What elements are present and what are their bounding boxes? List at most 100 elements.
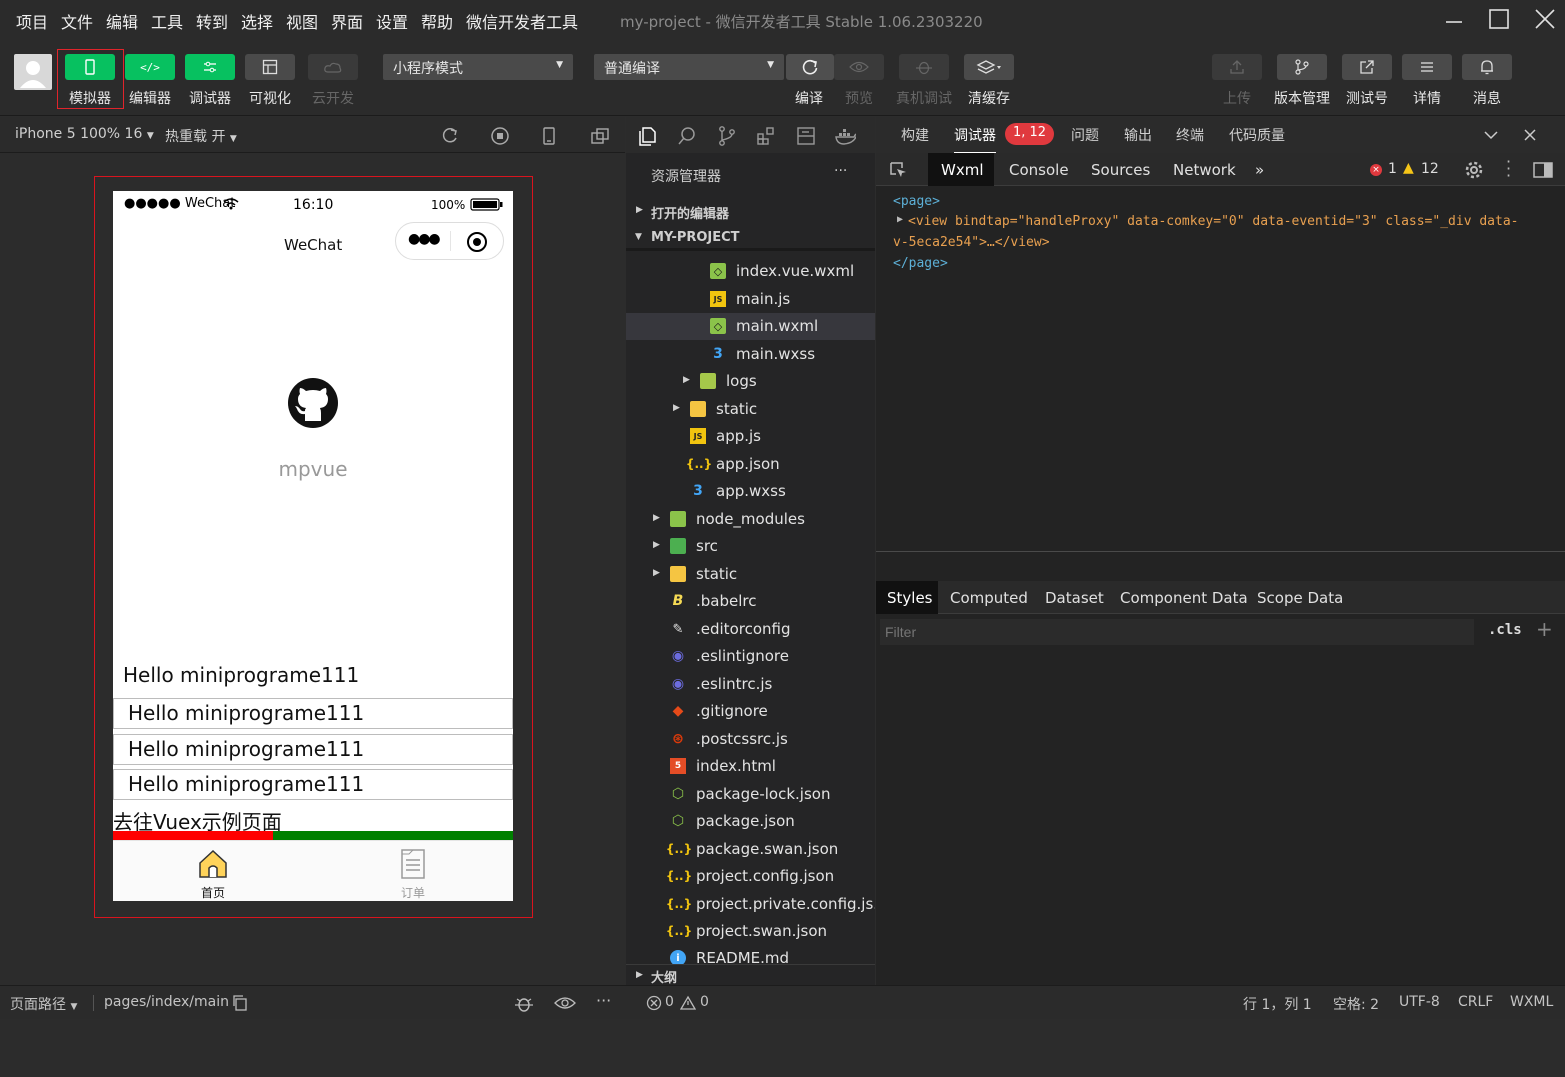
- more-icon[interactable]: ···: [834, 163, 847, 179]
- wxml-page-close[interactable]: </page>: [893, 256, 948, 271]
- menu-select[interactable]: 选择: [241, 9, 273, 33]
- expand-arrow-icon[interactable]: ▶: [897, 214, 903, 225]
- menu-file[interactable]: 文件: [61, 9, 93, 33]
- details-button[interactable]: [1402, 54, 1452, 80]
- list-item[interactable]: Hello miniprograme111: [113, 734, 513, 765]
- dock-side-icon[interactable]: [1532, 160, 1554, 180]
- tree-item-project-swan[interactable]: {..} project.swan.json: [626, 918, 875, 945]
- bug-icon[interactable]: [513, 994, 535, 1014]
- kebab-menu-icon[interactable]: · · ·: [1506, 154, 1512, 184]
- rotate-icon[interactable]: [440, 126, 460, 146]
- tab-code-quality[interactable]: 代码质量: [1229, 125, 1285, 145]
- tree-item-project-private-config[interactable]: {..} project.private.config.js...: [626, 891, 875, 918]
- tree-item-babelrc[interactable]: B .babelrc: [626, 588, 875, 615]
- line-ending[interactable]: CRLF: [1458, 994, 1493, 1010]
- language-mode[interactable]: WXML: [1510, 994, 1553, 1010]
- compile-button[interactable]: [786, 54, 834, 80]
- tree-item-gitignore[interactable]: ◆ .gitignore: [626, 698, 875, 725]
- avatar[interactable]: [14, 54, 52, 90]
- project-section[interactable]: ▼ MY-PROJECT: [626, 224, 875, 251]
- menu-wechat-devtools[interactable]: 微信开发者工具: [466, 9, 578, 33]
- eye-icon[interactable]: [554, 995, 576, 1011]
- chevron-down-icon[interactable]: [1483, 128, 1499, 142]
- wxml-view-node[interactable]: <view bindtap="handleProxy" data-comkey=…: [908, 214, 1518, 229]
- tree-item-package-swan[interactable]: {..} package.swan.json: [626, 836, 875, 863]
- simulator-button[interactable]: [65, 54, 115, 80]
- upload-button[interactable]: [1212, 54, 1262, 80]
- close-icon[interactable]: [1530, 6, 1560, 34]
- styles-filter-input[interactable]: [880, 619, 1474, 645]
- tab-debugger[interactable]: 调试器: [954, 125, 996, 154]
- menu-tools[interactable]: 工具: [151, 9, 183, 33]
- list-item[interactable]: Hello miniprograme111: [113, 769, 513, 800]
- tree-item-src[interactable]: ▶ src: [626, 533, 875, 560]
- messages-button[interactable]: [1462, 54, 1512, 80]
- stop-icon[interactable]: [490, 126, 510, 146]
- test-account-button[interactable]: [1342, 54, 1392, 80]
- extensions-icon[interactable]: [755, 125, 777, 147]
- more-options-icon[interactable]: ···: [596, 991, 611, 1010]
- tree-item-logs[interactable]: ▶ logs: [626, 368, 875, 395]
- tab-orders[interactable]: 订单: [373, 841, 453, 901]
- tree-item-project-config[interactable]: {..} project.config.json: [626, 863, 875, 890]
- menu-project[interactable]: 项目: [16, 9, 48, 33]
- settings-gear-icon[interactable]: [1464, 160, 1484, 180]
- tree-item-main-js[interactable]: JS main.js: [626, 286, 875, 313]
- more-tabs-icon[interactable]: »: [1255, 161, 1264, 179]
- cloud-button[interactable]: [308, 54, 358, 80]
- tree-item-index-html[interactable]: 5 index.html: [626, 753, 875, 780]
- tab-output[interactable]: 输出: [1124, 125, 1152, 145]
- tree-item-package-json[interactable]: ⬡ package.json: [626, 808, 875, 835]
- files-icon[interactable]: [636, 125, 658, 147]
- detach-window-icon[interactable]: [590, 126, 610, 146]
- menu-help[interactable]: 帮助: [421, 9, 453, 33]
- list-item[interactable]: Hello miniprograme111: [113, 698, 513, 729]
- tab-console[interactable]: Console: [1009, 161, 1069, 179]
- tree-item-app-json[interactable]: {..} app.json: [626, 451, 875, 478]
- tree-item-index-vue-wxml[interactable]: ◇ index.vue.wxml: [626, 258, 875, 285]
- menu-goto[interactable]: 转到: [196, 9, 228, 33]
- tree-item-eslintignore[interactable]: ◉ .eslintignore: [626, 643, 875, 670]
- copy-icon[interactable]: [232, 995, 248, 1011]
- error-circle-icon[interactable]: [646, 995, 662, 1011]
- docker-icon[interactable]: [834, 125, 856, 147]
- tab-dataset[interactable]: Dataset: [1045, 589, 1104, 607]
- mode-select[interactable]: 小程序模式 ▼: [383, 54, 573, 80]
- hot-reload-toggle[interactable]: 热重载 开 ▼: [165, 126, 237, 146]
- device-select[interactable]: iPhone 5 100% 16 ▼: [15, 126, 154, 142]
- tab-network[interactable]: Network: [1173, 161, 1236, 179]
- editor-button[interactable]: </>: [125, 54, 175, 80]
- tree-item-postcssrc[interactable]: ⊛ .postcssrc.js: [626, 726, 875, 753]
- tree-item-static[interactable]: ▶ static: [626, 396, 875, 423]
- clear-cache-button[interactable]: [964, 54, 1014, 80]
- version-button[interactable]: [1277, 54, 1327, 80]
- tree-item-eslintrc[interactable]: ◉ .eslintrc.js: [626, 671, 875, 698]
- compile-mode-select[interactable]: 普通编译 ▼: [594, 54, 784, 80]
- storage-icon[interactable]: [795, 125, 817, 147]
- tab-scope-data[interactable]: Scope Data: [1257, 589, 1343, 607]
- add-style-rule-icon[interactable]: +: [1536, 617, 1553, 641]
- menu-interface[interactable]: 界面: [331, 9, 363, 33]
- tab-home[interactable]: 首页: [173, 841, 253, 901]
- tab-wxml[interactable]: Wxml: [928, 153, 994, 186]
- tree-item-app-wxss[interactable]: 3 app.wxss: [626, 478, 875, 505]
- minimize-icon[interactable]: [1440, 6, 1470, 34]
- tree-item-editorconfig[interactable]: ✎ .editorconfig: [626, 616, 875, 643]
- tab-styles[interactable]: Styles: [876, 581, 938, 614]
- page-path-select[interactable]: 页面路径 ▼: [10, 994, 77, 1014]
- close-miniprogram-icon[interactable]: [465, 230, 489, 254]
- menu-view[interactable]: 视图: [286, 9, 318, 33]
- maximize-icon[interactable]: [1484, 6, 1514, 34]
- inspect-element-icon[interactable]: [888, 160, 908, 180]
- preview-button[interactable]: [834, 54, 884, 80]
- real-debug-button[interactable]: [899, 54, 949, 80]
- more-dots-icon[interactable]: ●●●: [408, 231, 441, 247]
- debugger-button[interactable]: [185, 54, 235, 80]
- tree-item-static-root[interactable]: ▶ static: [626, 561, 875, 588]
- tab-sources[interactable]: Sources: [1091, 161, 1150, 179]
- close-panel-icon[interactable]: [1523, 128, 1537, 142]
- tree-item-node-modules[interactable]: ▶ node_modules: [626, 506, 875, 533]
- indentation[interactable]: 空格: 2: [1333, 994, 1379, 1014]
- tree-item-app-js[interactable]: JS app.js: [626, 423, 875, 450]
- tab-terminal[interactable]: 终端: [1176, 125, 1204, 145]
